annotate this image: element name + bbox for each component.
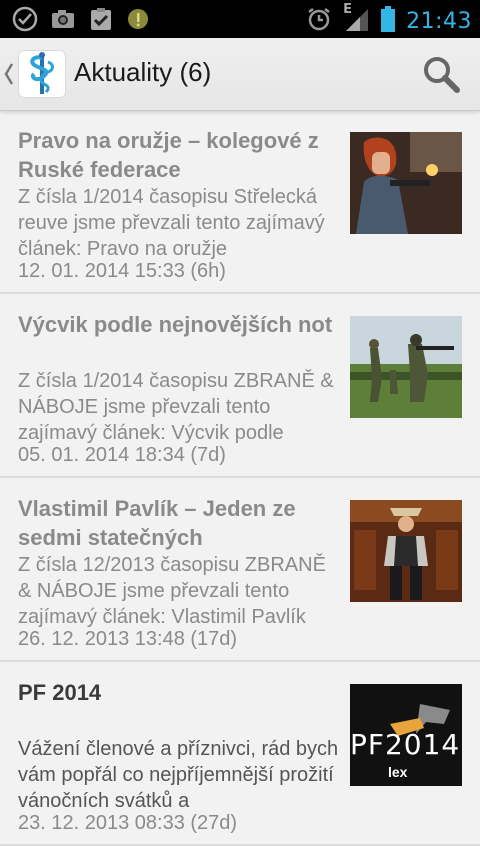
network-type-label: E xyxy=(343,2,352,17)
article-thumbnail xyxy=(350,316,462,418)
article-description: Vážení členové a příznivci, rád bych vám… xyxy=(18,738,339,812)
article-description: Z čísla 1/2014 časopisu ZBRANĚ & NÁBOJE … xyxy=(18,370,334,444)
article-date: 05. 01. 2014 18:34 (7d) xyxy=(18,444,226,466)
article-item[interactable]: Vlastimil Pavlík – Jeden ze sedmi stateč… xyxy=(0,478,480,662)
article-title: Výcvik podle nejnovějších not xyxy=(18,312,333,337)
article-item[interactable]: Výcvik podle nejnovějších not Z čísla 1/… xyxy=(0,294,480,478)
article-description: Z čísla 1/2014 časopisu Střelecká reuve … xyxy=(18,186,325,260)
signal-icon: E xyxy=(342,2,370,37)
article-title: Pravo na oružje – kolegové z Ruské feder… xyxy=(18,128,319,182)
page-title: Aktuality (6) xyxy=(74,57,212,87)
article-thumbnail: PF2014 lex xyxy=(350,684,462,786)
article-title: PF 2014 xyxy=(18,680,102,705)
article-item[interactable]: Pravo na oružje – kolegové z Ruské feder… xyxy=(0,110,480,294)
info-coin-icon xyxy=(126,7,150,35)
camera-icon xyxy=(50,6,76,36)
article-title: Vlastimil Pavlík – Jeden ze sedmi stateč… xyxy=(18,496,296,550)
check-circle-icon xyxy=(12,6,38,36)
article-description: Z čísla 12/2013 časopisu ZBRANĚ & NÁBOJE… xyxy=(18,554,326,628)
article-thumbnail xyxy=(350,500,462,602)
thumbnail-brand-text: lex xyxy=(388,764,408,780)
article-list: Pravo na oružje – kolegové z Ruské feder… xyxy=(0,110,480,846)
article-date: 23. 12. 2013 08:33 (27d) xyxy=(18,812,238,834)
clipboard-check-icon xyxy=(88,6,114,36)
alarm-icon xyxy=(306,6,332,36)
article-item[interactable]: PF 2014 Vážení členové a příznivci, rád … xyxy=(0,662,480,846)
article-date: 12. 01. 2014 15:33 (6h) xyxy=(18,260,226,282)
up-caret-icon[interactable] xyxy=(4,62,14,86)
status-bar: E 21:43 xyxy=(0,0,480,38)
clock: 21:43 xyxy=(406,8,472,34)
app-logo[interactable] xyxy=(18,50,66,98)
action-bar: Aktuality (6) xyxy=(0,38,480,111)
thumbnail-pf-text: PF2014 xyxy=(350,728,461,761)
article-thumbnail xyxy=(350,132,462,234)
search-icon[interactable] xyxy=(420,53,462,95)
article-date: 26. 12. 2013 13:48 (17d) xyxy=(18,628,238,650)
battery-icon xyxy=(380,5,396,37)
